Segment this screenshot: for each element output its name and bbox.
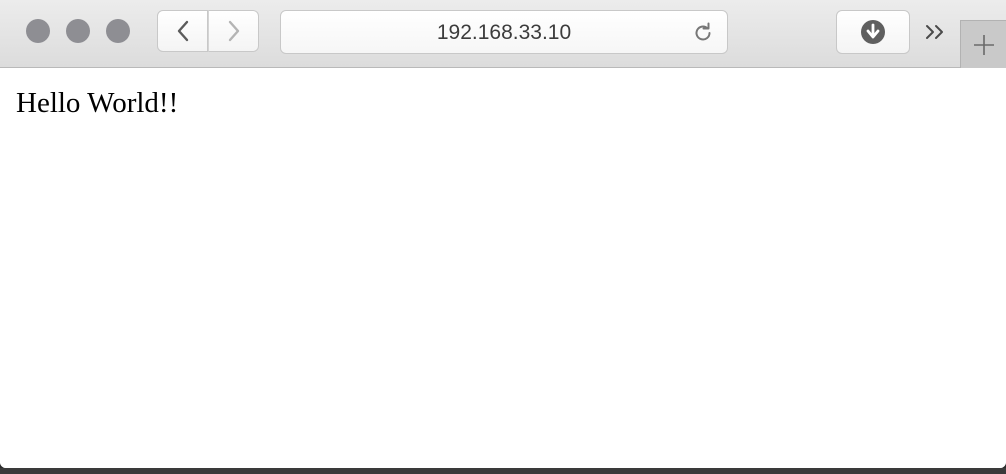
page-text: Hello World!!: [16, 87, 179, 119]
more-toolbar-items-button[interactable]: [922, 18, 950, 46]
back-button[interactable]: [157, 10, 208, 52]
zoom-window-button[interactable]: [106, 19, 130, 43]
url-text: 192.168.33.10: [436, 21, 572, 44]
minimize-window-button[interactable]: [66, 19, 90, 43]
reload-icon[interactable]: [691, 21, 715, 45]
new-tab-button[interactable]: [960, 20, 1006, 68]
close-window-button[interactable]: [26, 19, 50, 43]
chevron-left-icon: [177, 20, 188, 42]
browser-toolbar: 192.168.33.10: [0, 0, 1006, 68]
downloads-button[interactable]: [836, 10, 910, 54]
page-content: Hello World!!: [0, 68, 1006, 468]
double-chevron-right-icon: [926, 25, 943, 39]
chevron-right-icon: [228, 20, 239, 42]
desktop-background: [0, 468, 1006, 474]
download-icon: [861, 20, 885, 44]
plus-icon: [973, 34, 994, 55]
forward-button[interactable]: [208, 10, 259, 52]
browser-window: 192.168.33.10 Hello World!!: [0, 0, 1006, 468]
address-bar[interactable]: 192.168.33.10: [280, 10, 728, 54]
